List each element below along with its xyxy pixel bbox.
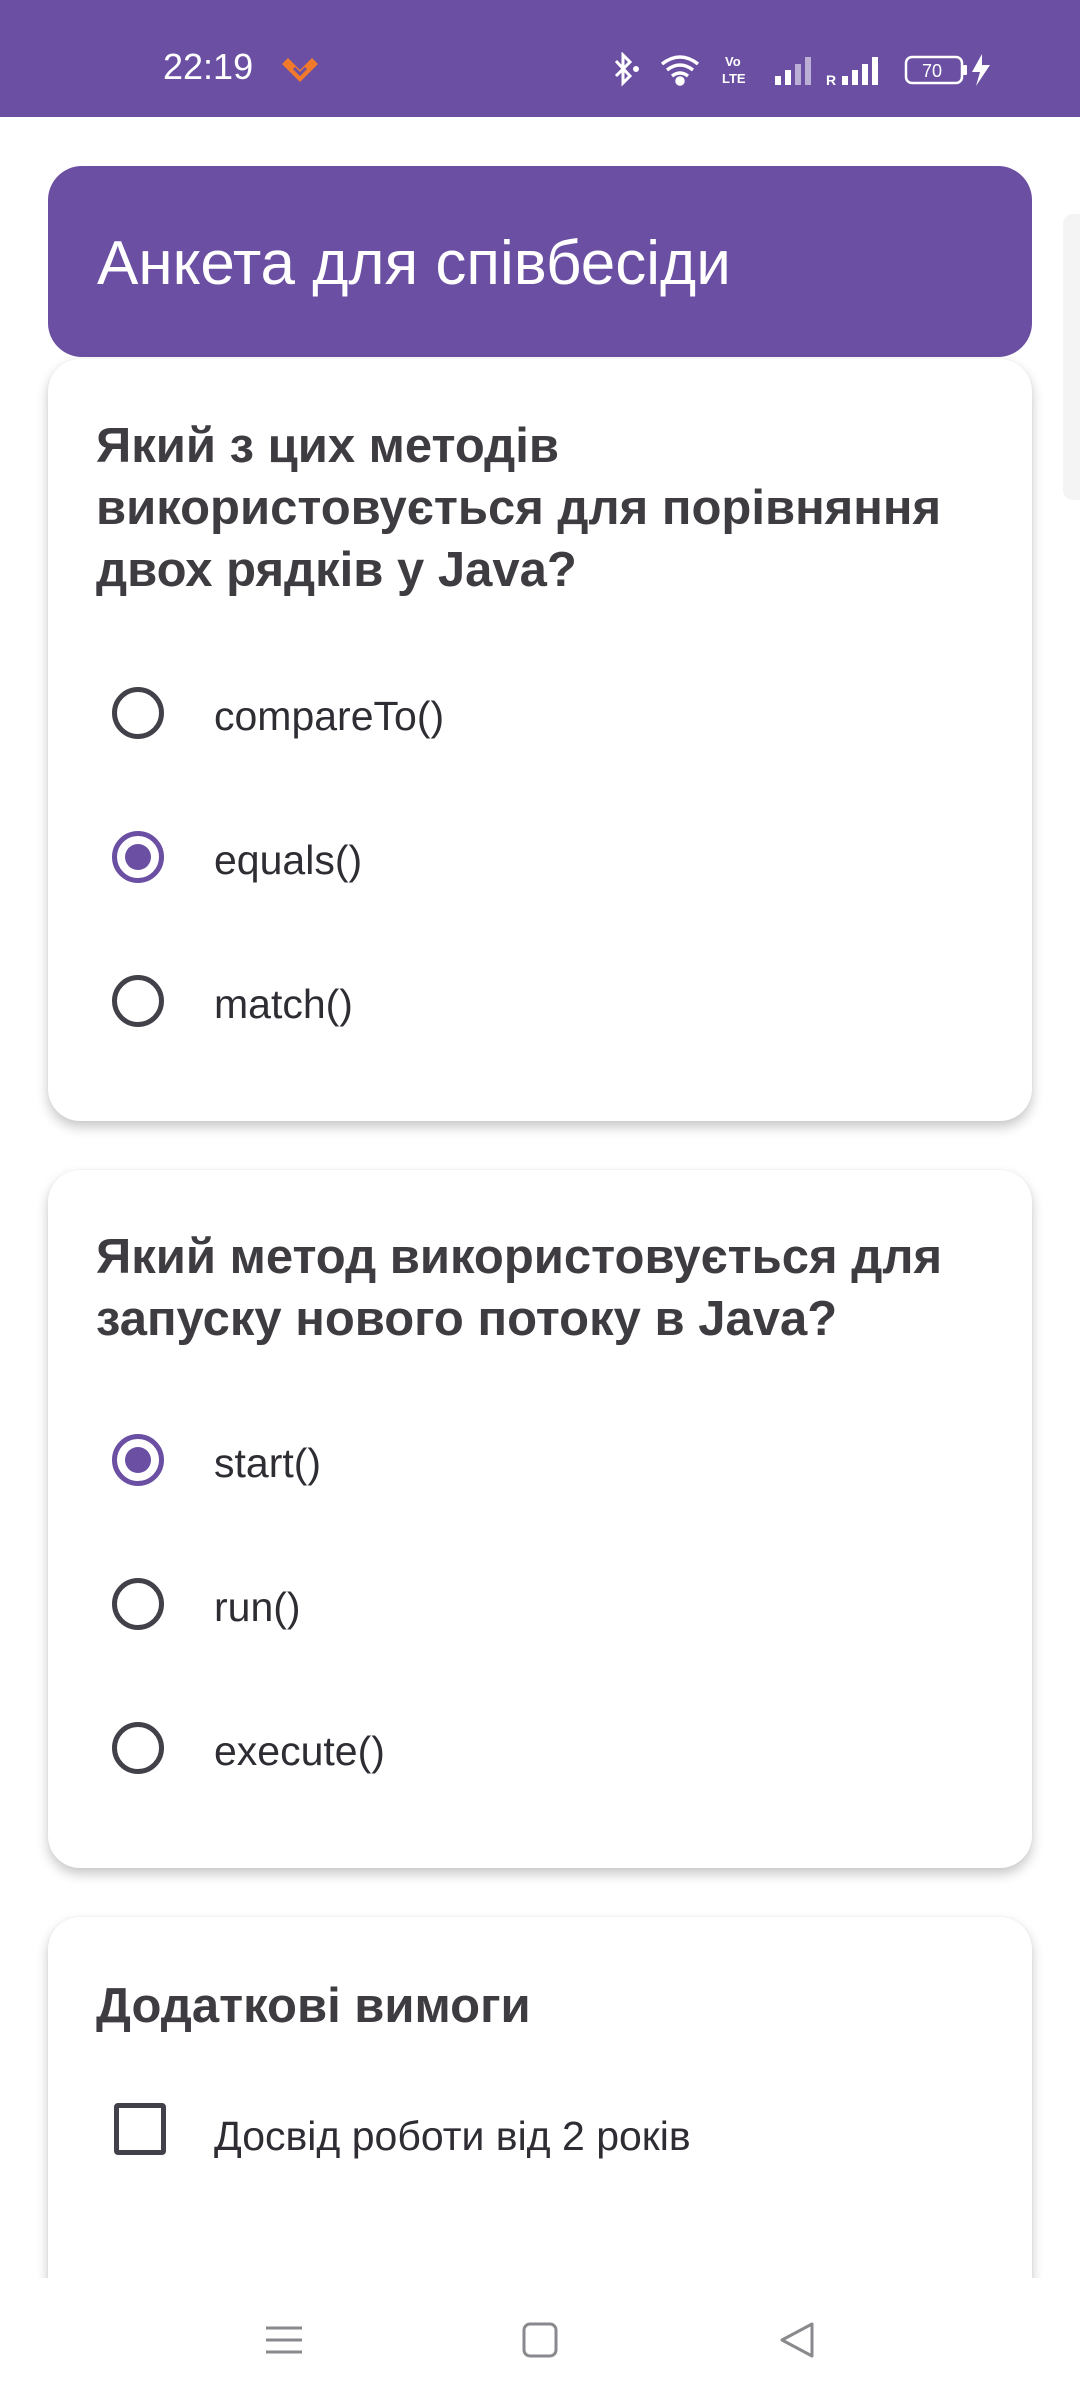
option-label: equals() — [214, 837, 363, 883]
question-card-2: Який метод використовується для запуску … — [48, 1170, 1032, 1868]
form-header: Анкета для співбесіди — [48, 166, 1032, 357]
signal-roaming-icon: R — [826, 57, 878, 88]
radio-option-compareto[interactable]: compareTo() — [112, 675, 972, 755]
scroll-indicator — [1063, 214, 1080, 500]
radio-button-selected[interactable] — [112, 1434, 164, 1486]
radio-button[interactable] — [112, 975, 164, 1027]
question-card-1: Який з цих методів використовується для … — [48, 359, 1032, 1121]
back-icon[interactable] — [758, 2300, 838, 2380]
page-title: Анкета для співбесіди — [97, 229, 731, 298]
checkbox[interactable] — [114, 2103, 166, 2155]
status-icons: Vo LTE R 70 — [610, 51, 1010, 93]
bluetooth-icon — [614, 51, 639, 87]
svg-text:LTE: LTE — [722, 71, 746, 86]
radio-option-execute[interactable]: execute() — [112, 1710, 972, 1790]
volte-icon: Vo LTE — [722, 54, 746, 86]
svg-text:Vo: Vo — [725, 54, 741, 69]
radio-button[interactable] — [112, 1722, 164, 1774]
section-title: Додаткові вимоги — [96, 1979, 531, 2033]
heart-icon — [280, 52, 320, 93]
battery-icon: 70 — [904, 55, 967, 85]
option-label: run() — [214, 1584, 301, 1630]
svg-text:70: 70 — [922, 61, 942, 81]
checkbox-option-experience[interactable]: Досвід роботи від 2 років — [112, 2095, 972, 2175]
option-label: match() — [214, 981, 353, 1027]
option-label: start() — [214, 1440, 322, 1486]
question-title: Який з цих методів використовується для … — [96, 419, 942, 597]
wifi-icon — [660, 55, 700, 86]
svg-text:R: R — [826, 72, 836, 88]
checkbox-label: Досвід роботи від 2 років — [214, 2113, 691, 2159]
question-title: Який метод використовується для запуску … — [96, 1230, 943, 1346]
charging-icon — [972, 54, 990, 86]
radio-option-match[interactable]: match() — [112, 963, 972, 1043]
radio-button[interactable] — [112, 687, 164, 739]
status-bar: 22:19 Vo LTE R 70 — [0, 0, 1080, 117]
signal-icon — [775, 57, 811, 85]
home-icon[interactable] — [500, 2300, 580, 2380]
requirements-card: Додаткові вимоги Досвід роботи від 2 рок… — [48, 1917, 1032, 2317]
navigation-bar — [0, 2278, 1080, 2400]
radio-option-run[interactable]: run() — [112, 1566, 972, 1646]
radio-button[interactable] — [112, 1578, 164, 1630]
option-label: compareTo() — [214, 693, 445, 739]
radio-option-start[interactable]: start() — [112, 1422, 972, 1502]
radio-button-selected[interactable] — [112, 831, 164, 883]
status-time: 22:19 — [163, 46, 254, 87]
menu-icon[interactable] — [244, 2300, 324, 2380]
option-label: execute() — [214, 1728, 385, 1774]
radio-option-equals[interactable]: equals() — [112, 819, 972, 899]
